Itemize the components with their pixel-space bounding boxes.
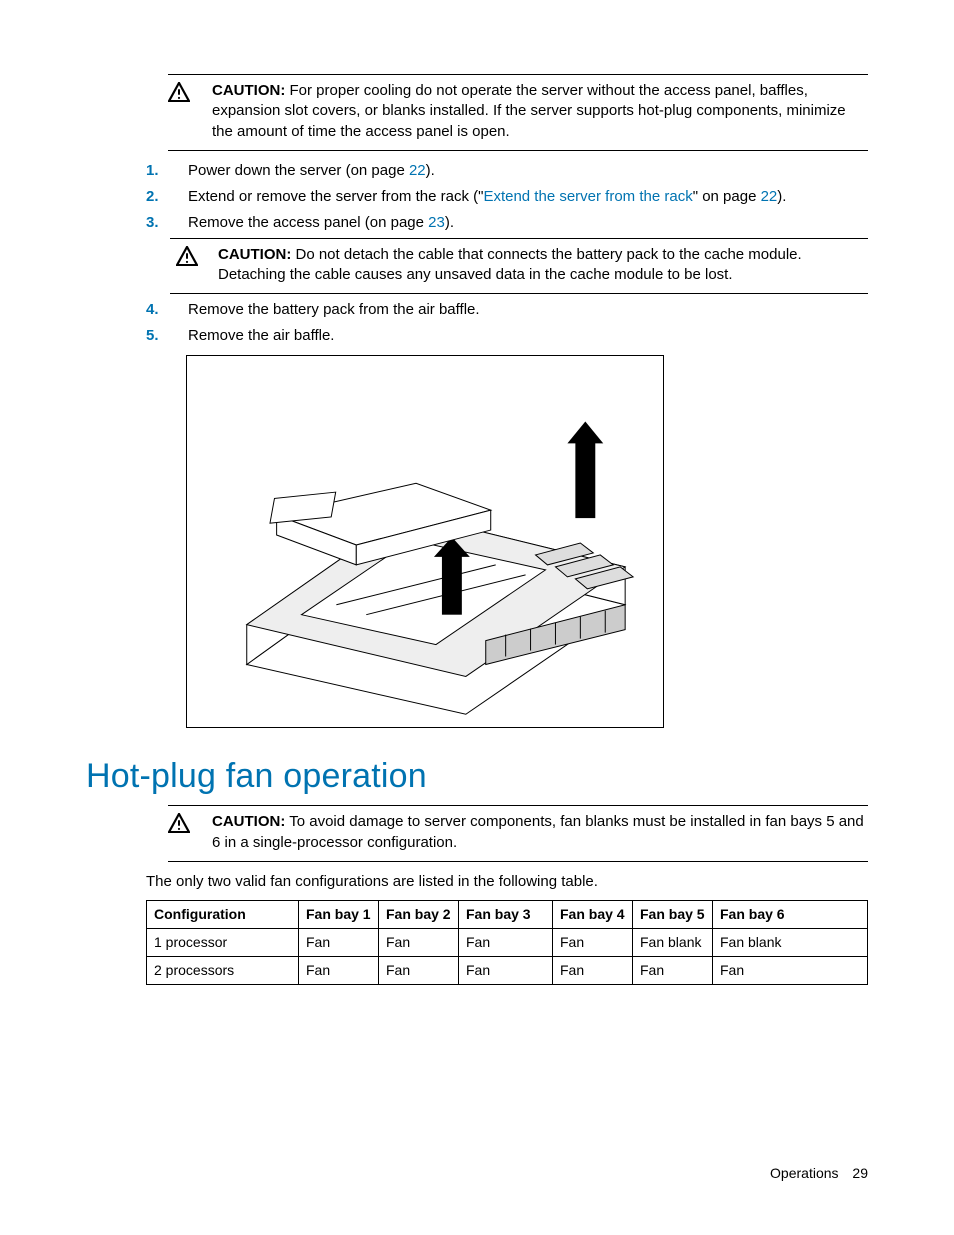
server-diagram — [186, 355, 664, 728]
page-footer: Operations 29 — [770, 1164, 868, 1183]
table-header-row: Configuration Fan bay 1 Fan bay 2 Fan ba… — [147, 901, 868, 929]
caution-triangle-icon — [170, 245, 218, 266]
link-extend-server[interactable]: Extend the server from the rack — [483, 188, 692, 205]
caution-triangle-icon — [168, 812, 212, 833]
step-2: Extend or remove the server from the rac… — [146, 187, 868, 207]
col-fanbay6: Fan bay 6 — [713, 901, 868, 929]
footer-page-number: 29 — [852, 1165, 868, 1181]
caution-body: To avoid damage to server components, fa… — [212, 813, 864, 850]
caution-body: Do not detach the cable that connects th… — [218, 246, 802, 283]
caution-block-3: CAUTION: To avoid damage to server compo… — [168, 805, 868, 862]
col-fanbay5: Fan bay 5 — [633, 901, 713, 929]
col-fanbay1: Fan bay 1 — [299, 901, 379, 929]
caution-label: CAUTION: — [212, 813, 285, 830]
caution-text-1: CAUTION: For proper cooling do not opera… — [212, 81, 868, 142]
procedure-steps: Power down the server (on page 22). Exte… — [146, 161, 868, 347]
col-configuration: Configuration — [147, 901, 299, 929]
caution-label: CAUTION: — [218, 246, 291, 263]
caution-block-1: CAUTION: For proper cooling do not opera… — [168, 74, 868, 151]
step-5: Remove the air baffle. — [146, 326, 868, 346]
table-intro: The only two valid fan configurations ar… — [146, 872, 868, 892]
footer-section: Operations — [770, 1165, 838, 1181]
step-3: Remove the access panel (on page 23). CA… — [146, 213, 868, 294]
col-fanbay3: Fan bay 3 — [459, 901, 553, 929]
caution-block-2: CAUTION: Do not detach the cable that co… — [170, 238, 868, 295]
caution-label: CAUTION: — [212, 82, 285, 99]
caution-text-3: CAUTION: To avoid damage to server compo… — [212, 812, 868, 853]
table-row: 2 processors Fan Fan Fan Fan Fan Fan — [147, 956, 868, 984]
caution-triangle-icon — [168, 81, 212, 102]
section-heading: Hot-plug fan operation — [86, 754, 868, 800]
fan-config-table: Configuration Fan bay 1 Fan bay 2 Fan ba… — [146, 900, 868, 985]
step-1: Power down the server (on page 22). — [146, 161, 868, 181]
step-4: Remove the battery pack from the air baf… — [146, 300, 868, 320]
caution-text-2: CAUTION: Do not detach the cable that co… — [218, 245, 868, 286]
page-link-22a[interactable]: 22 — [409, 162, 426, 179]
col-fanbay2: Fan bay 2 — [379, 901, 459, 929]
caution-body: For proper cooling do not operate the se… — [212, 82, 846, 140]
page-link-23[interactable]: 23 — [428, 214, 445, 231]
col-fanbay4: Fan bay 4 — [553, 901, 633, 929]
table-row: 1 processor Fan Fan Fan Fan Fan blank Fa… — [147, 929, 868, 957]
page-link-22b[interactable]: 22 — [761, 188, 778, 205]
